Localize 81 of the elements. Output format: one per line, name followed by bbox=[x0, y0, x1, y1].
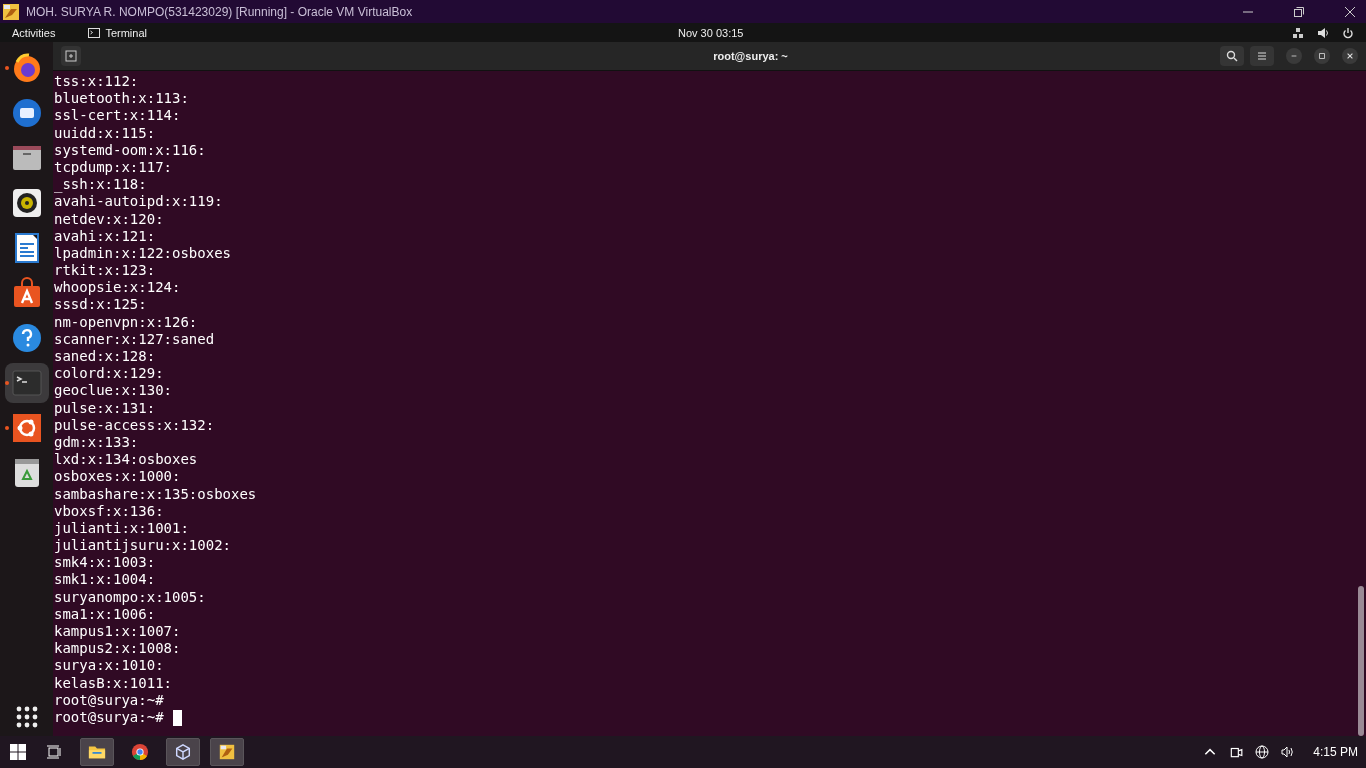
terminal-line: avahi-autoipd:x:119: bbox=[54, 193, 223, 211]
terminal-line: systemd-oom:x:116: bbox=[54, 141, 206, 159]
terminal-line: root@surya:~# bbox=[54, 691, 164, 709]
terminal-line: tcpdump:x:117: bbox=[54, 158, 172, 177]
globe-icon[interactable] bbox=[1255, 745, 1270, 759]
terminal-line: scanner:x:127:saned bbox=[54, 330, 215, 348]
minimize-icon bbox=[1290, 52, 1298, 60]
menu-button[interactable] bbox=[1250, 46, 1274, 66]
minimize-button[interactable] bbox=[1286, 48, 1302, 64]
activities-button[interactable]: Activities bbox=[12, 26, 56, 39]
close-button[interactable] bbox=[1342, 48, 1358, 64]
camera-icon[interactable] bbox=[1229, 745, 1244, 759]
terminal-title: root@surya: ~ bbox=[712, 50, 789, 62]
terminal-line: colord:x:129: bbox=[54, 365, 164, 383]
terminal-icon bbox=[88, 27, 101, 38]
terminal-line: vboxsf:x:136: bbox=[54, 502, 164, 520]
terminal-line: rtkit:x:123: bbox=[54, 262, 156, 280]
terminal-line: geoclue:x:130: bbox=[54, 382, 172, 400]
terminal-line: kampus2:x:1008: bbox=[54, 640, 181, 658]
window-title: MOH. SURYA R. NOMPO(531423029) [Running] - Oracle VM VirtualBox bbox=[26, 4, 413, 19]
terminal-line: julianti:x:1001: bbox=[54, 519, 189, 538]
maximize-icon bbox=[1318, 52, 1326, 60]
terminal-line: avahi:x:121: bbox=[54, 227, 156, 245]
running-indicator bbox=[4, 66, 9, 70]
terminal-line: gdm:x:133: bbox=[54, 433, 139, 452]
menu-icon bbox=[1256, 50, 1268, 62]
new-tab-button[interactable] bbox=[61, 46, 81, 66]
search-icon bbox=[1226, 50, 1238, 62]
scrollbar-thumb[interactable] bbox=[1358, 586, 1364, 736]
running-indicator bbox=[4, 426, 9, 430]
terminal-line: pulse:x:131: bbox=[54, 399, 156, 417]
new-tab-icon bbox=[65, 50, 77, 62]
terminal-line: sssd:x:125: bbox=[54, 296, 147, 314]
browser-icon bbox=[131, 743, 149, 761]
terminal-line: smk4:x:1003: bbox=[54, 554, 156, 572]
text-cursor bbox=[172, 709, 182, 726]
terminal-line: nm-openvpn:x:126: bbox=[54, 313, 198, 331]
speaker-icon bbox=[10, 187, 43, 219]
terminal-line: lpadmin:x:122:osboxes bbox=[54, 244, 231, 263]
network-icon[interactable] bbox=[1292, 26, 1304, 39]
taskbar-app[interactable] bbox=[210, 738, 244, 766]
search-button[interactable] bbox=[1220, 46, 1244, 66]
close-icon[interactable] bbox=[1344, 5, 1356, 18]
terminal-line: sambashare:x:135:osboxes bbox=[54, 485, 257, 503]
app-grid-icon[interactable] bbox=[15, 706, 38, 728]
clock[interactable]: Nov 30 03:15 bbox=[678, 26, 744, 39]
terminal-line: surya:x:1010: bbox=[54, 657, 164, 675]
terminal-line: uuidd:x:115: bbox=[54, 124, 156, 142]
maximize-button[interactable] bbox=[1314, 48, 1330, 64]
power-icon[interactable] bbox=[1342, 26, 1354, 39]
terminal-line: root@surya:~# bbox=[54, 708, 164, 727]
app-menu[interactable]: Terminal bbox=[105, 26, 147, 39]
terminal-line: suryanompo:x:1005: bbox=[54, 588, 206, 606]
terminal-line: bluetooth:x:113: bbox=[54, 90, 189, 108]
taskbar-clock[interactable]: 4:15 PM bbox=[1313, 745, 1358, 759]
terminal-line: pulse-access:x:132: bbox=[54, 416, 215, 434]
taskbar-app[interactable] bbox=[80, 738, 114, 766]
terminal-line: kampus1:x:1007: bbox=[54, 623, 181, 641]
volume-icon[interactable] bbox=[1281, 745, 1296, 759]
terminal-line: netdev:x:120: bbox=[54, 210, 164, 228]
terminal-line: ssl-cert:x:114: bbox=[54, 107, 181, 125]
running-indicator bbox=[4, 381, 9, 385]
terminal-line: saned:x:128: bbox=[54, 348, 156, 366]
terminal-line: sma1:x:1006: bbox=[54, 605, 156, 623]
terminal-icon bbox=[10, 367, 43, 399]
terminal-line: _ssh:x:118: bbox=[54, 176, 147, 194]
taskbar-app[interactable] bbox=[166, 738, 200, 766]
terminal-line: juliantijsuru:x:1002: bbox=[54, 537, 231, 555]
close-icon bbox=[1346, 52, 1354, 60]
task-view-icon[interactable] bbox=[46, 744, 62, 760]
terminal-line: kelasB:x:1011: bbox=[54, 674, 172, 692]
cube-icon bbox=[174, 743, 192, 761]
restore-icon[interactable] bbox=[1293, 5, 1305, 18]
help-icon bbox=[10, 322, 43, 354]
volume-icon[interactable] bbox=[1317, 26, 1329, 39]
terminal-line: whoopsie:x:124: bbox=[54, 279, 181, 297]
terminal-line: tss:x:112: bbox=[54, 73, 139, 91]
start-button-icon[interactable] bbox=[10, 744, 26, 760]
terminal-line: smk1:x:1004: bbox=[54, 571, 156, 589]
terminal-line: lxd:x:134:osboxes bbox=[54, 451, 198, 469]
terminal-line: osboxes:x:1000: bbox=[54, 468, 181, 486]
